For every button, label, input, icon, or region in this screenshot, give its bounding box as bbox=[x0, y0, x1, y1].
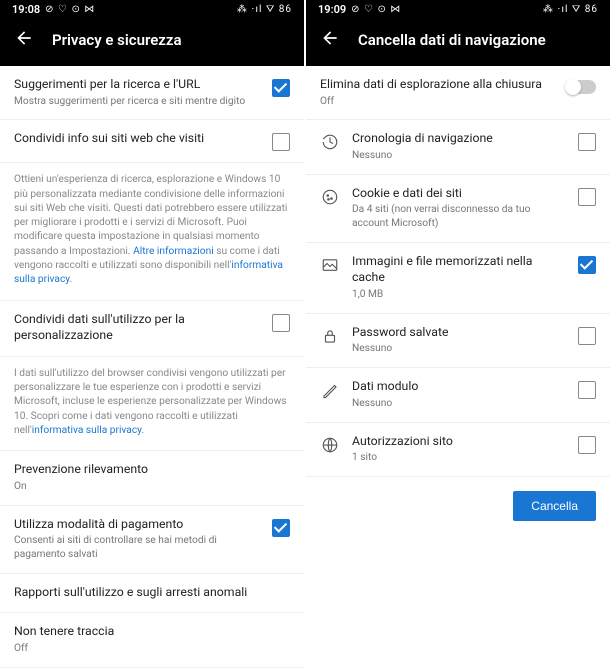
status-icons-left: ⊘ ♡ ⊙ ⋈ bbox=[351, 4, 401, 15]
clear-item[interactable]: Cronologia di navigazione Nessuno bbox=[306, 120, 610, 174]
clear-item[interactable]: Password salvate Nessuno bbox=[306, 314, 610, 368]
setting-row[interactable]: Condividi dati sull'utilizzo per la pers… bbox=[0, 301, 304, 357]
item-sub: 1,0 MB bbox=[352, 288, 566, 302]
cookie-icon bbox=[320, 188, 340, 206]
item-sub: Da 4 siti (non verrai disconnesso da tuo… bbox=[352, 203, 566, 231]
item-label: Cronologia di navigazione bbox=[352, 131, 566, 148]
item-sub: Nessuno bbox=[352, 397, 566, 411]
phone-left: 19:08 ⊘ ♡ ⊙ ⋈ ⁂ ⋅ıl ⛛ 86 Privacy e sicur… bbox=[0, 0, 304, 671]
setting-sub: On bbox=[14, 480, 290, 494]
link-privacy[interactable]: informativa sulla privacy bbox=[32, 425, 142, 436]
clear-item[interactable]: Autorizzazioni sito 1 sito bbox=[306, 423, 610, 477]
item-label: Dati modulo bbox=[352, 379, 566, 396]
status-time: 19:09 bbox=[318, 3, 346, 16]
appbar: Privacy e sicurezza bbox=[0, 18, 304, 66]
item-label: Immagini e file memorizzati nella cache bbox=[352, 254, 566, 287]
checkbox[interactable] bbox=[578, 436, 596, 454]
checkbox[interactable] bbox=[578, 256, 596, 274]
setting-row[interactable]: Rapporti sull'utilizzo e sugli arresti a… bbox=[0, 574, 304, 614]
setting-label: Condividi info sui siti web che visiti bbox=[14, 131, 260, 148]
checkbox[interactable] bbox=[272, 519, 290, 537]
status-icons-right: ⁂ ⋅ıl ⛛ 86 bbox=[237, 4, 292, 15]
page-title: Privacy e sicurezza bbox=[52, 31, 182, 49]
status-time: 19:08 bbox=[12, 3, 40, 16]
checkbox[interactable] bbox=[272, 79, 290, 97]
setting-sub: Mostra suggerimenti per ricerca e siti m… bbox=[14, 95, 260, 109]
item-sub: 1 sito bbox=[352, 451, 566, 465]
checkbox[interactable] bbox=[578, 327, 596, 345]
globe-icon bbox=[320, 436, 340, 454]
setting-label: Utilizza modalità di pagamento bbox=[14, 517, 260, 534]
setting-sub: Off bbox=[320, 95, 554, 109]
setting-row[interactable]: Condividi info sui siti web che visiti bbox=[0, 120, 304, 163]
setting-sub: Consenti ai siti di controllare se hai m… bbox=[14, 534, 260, 562]
clear-button[interactable]: Cancella bbox=[513, 491, 596, 521]
back-icon[interactable] bbox=[320, 28, 340, 52]
setting-row[interactable]: Non tenere traccia Off bbox=[0, 613, 304, 667]
clear-item[interactable]: Dati modulo Nessuno bbox=[306, 368, 610, 422]
setting-row[interactable]: Prevenzione rilevamento On bbox=[0, 451, 304, 505]
item-label: Autorizzazioni sito bbox=[352, 434, 566, 451]
clear-item[interactable]: Immagini e file memorizzati nella cache … bbox=[306, 243, 610, 314]
statusbar: 19:09 ⊘ ♡ ⊙ ⋈ ⁂ ⋅ıl ⛛ 86 bbox=[306, 0, 610, 18]
setting-label: Rapporti sull'utilizzo e sugli arresti a… bbox=[14, 585, 290, 602]
setting-label: Elimina dati di esplorazione alla chiusu… bbox=[320, 77, 554, 94]
setting-row[interactable]: Utilizza modalità di pagamento Consenti … bbox=[0, 506, 304, 574]
description-block: Ottieni un'esperienza di ricerca, esplor… bbox=[0, 163, 304, 300]
checkbox[interactable] bbox=[272, 133, 290, 151]
setting-row[interactable]: Suggerimenti per la ricerca e l'URL Most… bbox=[0, 66, 304, 120]
form-icon bbox=[320, 381, 340, 399]
toggle[interactable] bbox=[566, 80, 596, 94]
phone-right: 19:09 ⊘ ♡ ⊙ ⋈ ⁂ ⋅ıl ⛛ 86 Cancella dati d… bbox=[306, 0, 610, 671]
history-icon bbox=[320, 133, 340, 151]
clear-item[interactable]: Cookie e dati dei siti Da 4 siti (non ve… bbox=[306, 175, 610, 243]
content: Suggerimenti per la ricerca e l'URL Most… bbox=[0, 66, 304, 671]
toggle-row[interactable]: Elimina dati di esplorazione alla chiusu… bbox=[306, 66, 610, 120]
checkbox[interactable] bbox=[578, 133, 596, 151]
back-icon[interactable] bbox=[14, 28, 34, 52]
item-label: Cookie e dati dei siti bbox=[352, 186, 566, 203]
status-icons-left: ⊘ ♡ ⊙ ⋈ bbox=[45, 4, 95, 15]
setting-label: Suggerimenti per la ricerca e l'URL bbox=[14, 77, 260, 94]
statusbar: 19:08 ⊘ ♡ ⊙ ⋈ ⁂ ⋅ıl ⛛ 86 bbox=[0, 0, 304, 18]
setting-row[interactable]: Cancella dati di navigazione Cancella la… bbox=[0, 668, 304, 671]
checkbox[interactable] bbox=[578, 188, 596, 206]
setting-label: Condividi dati sull'utilizzo per la pers… bbox=[14, 312, 260, 345]
setting-label: Non tenere traccia bbox=[14, 624, 290, 641]
setting-sub: Off bbox=[14, 642, 290, 656]
item-label: Password salvate bbox=[352, 325, 566, 342]
appbar: Cancella dati di navigazione bbox=[306, 18, 610, 66]
description-block: I dati sull'utilizzo del browser condivi… bbox=[0, 357, 304, 451]
button-row: Cancella bbox=[306, 477, 610, 535]
link-more-info[interactable]: Altre informazioni bbox=[133, 246, 214, 257]
checkbox[interactable] bbox=[272, 314, 290, 332]
item-sub: Nessuno bbox=[352, 149, 566, 163]
setting-label: Prevenzione rilevamento bbox=[14, 462, 290, 479]
content: Elimina dati di esplorazione alla chiusu… bbox=[306, 66, 610, 671]
image-icon bbox=[320, 256, 340, 274]
page-title: Cancella dati di navigazione bbox=[358, 31, 546, 49]
item-sub: Nessuno bbox=[352, 342, 566, 356]
checkbox[interactable] bbox=[578, 381, 596, 399]
lock-icon bbox=[320, 327, 340, 345]
status-icons-right: ⁂ ⋅ıl ⛛ 86 bbox=[543, 4, 598, 15]
